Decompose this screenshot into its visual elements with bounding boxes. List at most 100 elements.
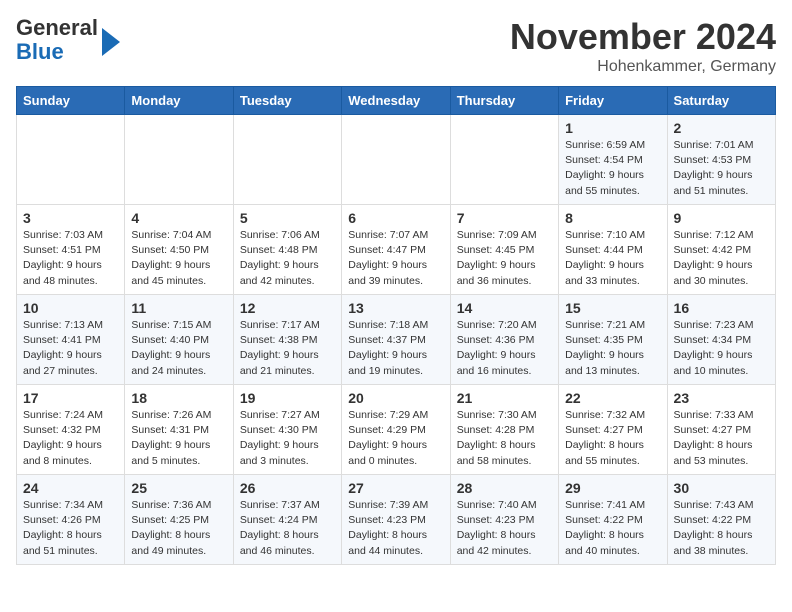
calendar-week-row: 1Sunrise: 6:59 AM Sunset: 4:54 PM Daylig… xyxy=(17,115,776,205)
day-number: 5 xyxy=(240,210,335,226)
day-number: 3 xyxy=(23,210,118,226)
col-header-tuesday: Tuesday xyxy=(233,87,341,115)
day-info: Sunrise: 7:37 AM Sunset: 4:24 PM Dayligh… xyxy=(240,498,335,559)
logo-blue: Blue xyxy=(16,39,64,64)
day-info: Sunrise: 7:15 AM Sunset: 4:40 PM Dayligh… xyxy=(131,318,226,379)
day-number: 6 xyxy=(348,210,443,226)
day-info: Sunrise: 7:34 AM Sunset: 4:26 PM Dayligh… xyxy=(23,498,118,559)
calendar-cell: 3 Sunrise: 7:03 AM Sunset: 4:51 PM Daylig… xyxy=(17,205,125,295)
calendar-cell xyxy=(17,115,125,205)
calendar-cell: 6 Sunrise: 7:07 AM Sunset: 4:47 PM Daylig… xyxy=(342,205,450,295)
calendar-week-row: 17 Sunrise: 7:24 AM Sunset: 4:32 PM Dayli… xyxy=(17,385,776,475)
day-number: 2 xyxy=(674,120,769,136)
calendar-header-row: SundayMondayTuesdayWednesdayThursdayFrid… xyxy=(17,87,776,115)
day-info: Sunrise: 7:21 AM Sunset: 4:35 PM Dayligh… xyxy=(565,318,660,379)
day-number: 30 xyxy=(674,480,769,496)
calendar-cell: 30 Sunrise: 7:43 AM Sunset: 4:22 PM Dayli… xyxy=(667,475,775,565)
calendar-cell xyxy=(450,115,558,205)
day-info: Sunrise: 7:27 AM Sunset: 4:30 PM Dayligh… xyxy=(240,408,335,469)
calendar-cell: 26 Sunrise: 7:37 AM Sunset: 4:24 PM Dayli… xyxy=(233,475,341,565)
day-number: 7 xyxy=(457,210,552,226)
calendar-table: SundayMondayTuesdayWednesdayThursdayFrid… xyxy=(16,86,776,565)
calendar-cell: 21Sunrise: 7:30 AM Sunset: 4:28 PM Dayli… xyxy=(450,385,558,475)
calendar-cell: 1Sunrise: 6:59 AM Sunset: 4:54 PM Daylig… xyxy=(559,115,667,205)
day-number: 12 xyxy=(240,300,335,316)
day-info: Sunrise: 7:24 AM Sunset: 4:32 PM Dayligh… xyxy=(23,408,118,469)
day-number: 20 xyxy=(348,390,443,406)
day-number: 10 xyxy=(23,300,118,316)
calendar-cell: 20 Sunrise: 7:29 AM Sunset: 4:29 PM Dayli… xyxy=(342,385,450,475)
calendar-cell: 5Sunrise: 7:06 AM Sunset: 4:48 PM Daylig… xyxy=(233,205,341,295)
calendar-cell: 29 Sunrise: 7:41 AM Sunset: 4:22 PM Dayli… xyxy=(559,475,667,565)
calendar-cell: 23Sunrise: 7:33 AM Sunset: 4:27 PM Dayli… xyxy=(667,385,775,475)
calendar-cell: 24Sunrise: 7:34 AM Sunset: 4:26 PM Dayli… xyxy=(17,475,125,565)
day-number: 8 xyxy=(565,210,660,226)
logo-arrow-icon xyxy=(102,28,120,56)
calendar-cell xyxy=(125,115,233,205)
calendar-cell: 22Sunrise: 7:32 AM Sunset: 4:27 PM Dayli… xyxy=(559,385,667,475)
day-info: Sunrise: 7:13 AM Sunset: 4:41 PM Dayligh… xyxy=(23,318,118,379)
location: Hohenkammer, Germany xyxy=(510,58,776,76)
day-number: 19 xyxy=(240,390,335,406)
calendar-cell: 28Sunrise: 7:40 AM Sunset: 4:23 PM Dayli… xyxy=(450,475,558,565)
calendar-week-row: 24Sunrise: 7:34 AM Sunset: 4:26 PM Dayli… xyxy=(17,475,776,565)
day-number: 21 xyxy=(457,390,552,406)
col-header-wednesday: Wednesday xyxy=(342,87,450,115)
day-info: Sunrise: 7:01 AM Sunset: 4:53 PM Dayligh… xyxy=(674,138,769,199)
day-number: 17 xyxy=(23,390,118,406)
day-number: 27 xyxy=(348,480,443,496)
calendar-cell: 18Sunrise: 7:26 AM Sunset: 4:31 PM Dayli… xyxy=(125,385,233,475)
day-number: 13 xyxy=(348,300,443,316)
day-info: Sunrise: 7:12 AM Sunset: 4:42 PM Dayligh… xyxy=(674,228,769,289)
day-number: 16 xyxy=(674,300,769,316)
calendar-cell xyxy=(342,115,450,205)
day-info: Sunrise: 7:29 AM Sunset: 4:29 PM Dayligh… xyxy=(348,408,443,469)
calendar-cell: 2 Sunrise: 7:01 AM Sunset: 4:53 PM Daylig… xyxy=(667,115,775,205)
day-info: Sunrise: 7:03 AM Sunset: 4:51 PM Dayligh… xyxy=(23,228,118,289)
day-number: 11 xyxy=(131,300,226,316)
calendar-cell: 15 Sunrise: 7:21 AM Sunset: 4:35 PM Dayli… xyxy=(559,295,667,385)
day-number: 9 xyxy=(674,210,769,226)
calendar-cell: 25 Sunrise: 7:36 AM Sunset: 4:25 PM Dayli… xyxy=(125,475,233,565)
calendar-cell: 13 Sunrise: 7:18 AM Sunset: 4:37 PM Dayli… xyxy=(342,295,450,385)
day-info: Sunrise: 7:23 AM Sunset: 4:34 PM Dayligh… xyxy=(674,318,769,379)
day-info: Sunrise: 7:18 AM Sunset: 4:37 PM Dayligh… xyxy=(348,318,443,379)
day-info: Sunrise: 7:43 AM Sunset: 4:22 PM Dayligh… xyxy=(674,498,769,559)
calendar-cell: 4Sunrise: 7:04 AM Sunset: 4:50 PM Daylig… xyxy=(125,205,233,295)
col-header-saturday: Saturday xyxy=(667,87,775,115)
day-info: Sunrise: 7:20 AM Sunset: 4:36 PM Dayligh… xyxy=(457,318,552,379)
day-number: 22 xyxy=(565,390,660,406)
day-info: Sunrise: 7:41 AM Sunset: 4:22 PM Dayligh… xyxy=(565,498,660,559)
logo: General Blue xyxy=(16,16,120,64)
day-info: Sunrise: 7:36 AM Sunset: 4:25 PM Dayligh… xyxy=(131,498,226,559)
col-header-monday: Monday xyxy=(125,87,233,115)
col-header-friday: Friday xyxy=(559,87,667,115)
day-number: 26 xyxy=(240,480,335,496)
calendar-cell: 14 Sunrise: 7:20 AM Sunset: 4:36 PM Dayli… xyxy=(450,295,558,385)
col-header-thursday: Thursday xyxy=(450,87,558,115)
day-info: Sunrise: 7:39 AM Sunset: 4:23 PM Dayligh… xyxy=(348,498,443,559)
calendar-cell: 27 Sunrise: 7:39 AM Sunset: 4:23 PM Dayli… xyxy=(342,475,450,565)
day-info: Sunrise: 7:17 AM Sunset: 4:38 PM Dayligh… xyxy=(240,318,335,379)
day-number: 4 xyxy=(131,210,226,226)
day-number: 14 xyxy=(457,300,552,316)
calendar-week-row: 3 Sunrise: 7:03 AM Sunset: 4:51 PM Daylig… xyxy=(17,205,776,295)
calendar-cell xyxy=(233,115,341,205)
calendar-week-row: 10 Sunrise: 7:13 AM Sunset: 4:41 PM Dayli… xyxy=(17,295,776,385)
calendar-cell: 17 Sunrise: 7:24 AM Sunset: 4:32 PM Dayli… xyxy=(17,385,125,475)
calendar-cell: 9 Sunrise: 7:12 AM Sunset: 4:42 PM Daylig… xyxy=(667,205,775,295)
calendar-cell: 12 Sunrise: 7:17 AM Sunset: 4:38 PM Dayli… xyxy=(233,295,341,385)
calendar-cell: 19 Sunrise: 7:27 AM Sunset: 4:30 PM Dayli… xyxy=(233,385,341,475)
day-number: 15 xyxy=(565,300,660,316)
title-section: November 2024 Hohenkammer, Germany xyxy=(510,16,776,76)
calendar-cell: 10 Sunrise: 7:13 AM Sunset: 4:41 PM Dayli… xyxy=(17,295,125,385)
day-number: 29 xyxy=(565,480,660,496)
col-header-sunday: Sunday xyxy=(17,87,125,115)
day-info: Sunrise: 7:26 AM Sunset: 4:31 PM Dayligh… xyxy=(131,408,226,469)
day-info: Sunrise: 7:10 AM Sunset: 4:44 PM Dayligh… xyxy=(565,228,660,289)
day-info: Sunrise: 7:09 AM Sunset: 4:45 PM Dayligh… xyxy=(457,228,552,289)
logo-general: General xyxy=(16,15,98,40)
day-number: 25 xyxy=(131,480,226,496)
day-info: Sunrise: 6:59 AM Sunset: 4:54 PM Dayligh… xyxy=(565,138,660,199)
day-info: Sunrise: 7:07 AM Sunset: 4:47 PM Dayligh… xyxy=(348,228,443,289)
